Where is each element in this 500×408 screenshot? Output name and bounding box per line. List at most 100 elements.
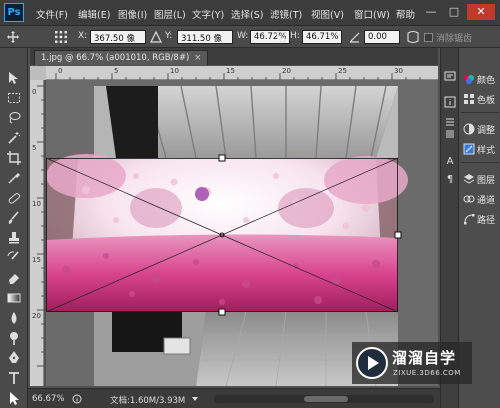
healing-icon[interactable]: [6, 190, 22, 206]
menu-type[interactable]: 文字(Y): [192, 7, 224, 21]
stamp-icon[interactable]: [6, 230, 22, 246]
ruler-origin[interactable]: [30, 66, 46, 80]
ruler-top-label: 30: [394, 67, 403, 75]
magic-wand-icon[interactable]: [6, 130, 22, 146]
transform-tool-icon[interactable]: [6, 30, 20, 44]
document-canvas[interactable]: [46, 80, 438, 386]
gradient-icon[interactable]: [6, 290, 22, 306]
antialias-checkbox[interactable]: [424, 33, 433, 42]
history-brush-icon[interactable]: [6, 250, 22, 266]
angle-field[interactable]: 0.00: [364, 30, 400, 44]
photoshop-logo: Ps: [4, 3, 24, 22]
ruler-horizontal-ticks: [55, 73, 421, 80]
ruler-top-label: 20: [282, 67, 291, 75]
reference-point-icon[interactable]: [54, 30, 68, 44]
link-icon[interactable]: [274, 30, 288, 44]
ruler-left-label: 5: [32, 144, 37, 152]
eraser-icon[interactable]: [6, 270, 22, 286]
ruler-left-label: 20: [32, 312, 41, 320]
ruler-vertical-ticks: [37, 85, 44, 367]
panel-channels[interactable]: 通道: [461, 190, 500, 208]
x-field[interactable]: 367.50 像: [90, 30, 146, 44]
panel-divider: [461, 112, 499, 113]
y-label: Y:: [165, 31, 173, 41]
document-tabs: 1.jpg @ 66.7% (a001010, RGB/8#) ×: [30, 48, 438, 65]
info-icon[interactable]: [444, 96, 456, 108]
menu-window[interactable]: 窗口(W): [354, 7, 390, 21]
adjustments-icon: [463, 123, 475, 135]
menu-filter[interactable]: 滤镜(T): [270, 7, 302, 21]
zoom-level[interactable]: 66.67%: [32, 394, 64, 404]
blossom-tree-mid-right: [278, 188, 334, 228]
warp-icon[interactable]: [406, 30, 420, 44]
scrollbar-thumb[interactable]: [304, 396, 348, 402]
crop-icon[interactable]: [6, 150, 22, 166]
paths-icon: [464, 214, 475, 225]
panel-styles[interactable]: 样式: [461, 140, 500, 158]
ruler-top-label: 25: [338, 67, 347, 75]
panel-adjustments-label: 调整: [477, 126, 496, 136]
pen-icon[interactable]: [6, 350, 22, 366]
panel-adjustments[interactable]: 调整: [461, 120, 500, 138]
swatches-icon: [464, 94, 474, 104]
ruler-left-label: 0: [32, 88, 37, 96]
color-icon: [464, 75, 474, 84]
ruler-top-label: 0: [58, 67, 63, 75]
ruler-vertical[interactable]: 0 5 10 15 20: [30, 80, 44, 386]
menu-image[interactable]: 图像(I): [118, 7, 147, 21]
marquee-icon[interactable]: [6, 90, 22, 106]
properties-icon[interactable]: [444, 116, 456, 128]
type-icon[interactable]: [6, 370, 22, 386]
maximize-button[interactable]: □: [443, 4, 465, 20]
close-tab-icon[interactable]: ×: [194, 53, 201, 63]
antialias-label: 消除锯齿: [436, 34, 473, 44]
minimize-button[interactable]: —: [420, 4, 442, 20]
h-label: H:: [290, 31, 300, 41]
canvas-area[interactable]: [46, 80, 438, 386]
blossom-canopy-right: [324, 156, 408, 204]
y-field[interactable]: 311.50 像: [177, 30, 233, 44]
menu-layer[interactable]: 图层(L): [154, 7, 186, 21]
watermark-title: 溜溜自学: [392, 349, 457, 367]
transform-handle[interactable]: [218, 308, 226, 316]
panel-color[interactable]: 颜色: [461, 70, 500, 88]
status-menu-icon[interactable]: [190, 394, 200, 404]
blur-icon[interactable]: [6, 310, 22, 326]
horizontal-scrollbar[interactable]: [214, 395, 434, 403]
menu-select[interactable]: 选择(S): [231, 7, 263, 21]
play-icon: [368, 356, 379, 370]
layers-icon: [463, 174, 475, 184]
watermark-logo: [356, 347, 388, 379]
dodge-icon[interactable]: [6, 330, 22, 346]
path-select-icon[interactable]: [6, 390, 22, 406]
h-field[interactable]: 46.71%: [302, 30, 342, 44]
close-button[interactable]: ✕: [467, 4, 495, 20]
brush-icon[interactable]: [6, 210, 22, 226]
brush-settings-icon[interactable]: [444, 128, 456, 140]
paragraph-icon[interactable]: ¶: [444, 174, 456, 186]
document-tab[interactable]: 1.jpg @ 66.7% (a001010, RGB/8#) ×: [34, 50, 209, 65]
menu-file[interactable]: 文件(F): [36, 7, 68, 21]
status-bar: 66.67% 文档:1.60M/3.93M: [28, 388, 440, 408]
rotate-icon[interactable]: [348, 30, 362, 44]
panel-layers[interactable]: 图层: [461, 170, 500, 188]
history-icon[interactable]: [444, 70, 456, 82]
eyedropper-icon[interactable]: [6, 170, 22, 186]
menu-help[interactable]: 帮助: [396, 7, 415, 21]
lasso-icon[interactable]: [6, 110, 22, 126]
menu-view[interactable]: 视图(V): [311, 7, 344, 21]
status-info-icon[interactable]: [72, 394, 82, 404]
watermark: 溜溜自学 ZIXUE.3D66.COM: [352, 342, 472, 384]
panel-paths[interactable]: 路径: [461, 210, 500, 228]
move-icon[interactable]: [6, 70, 22, 86]
transform-handle[interactable]: [218, 154, 226, 162]
character-icon[interactable]: A: [444, 156, 456, 168]
panel-swatches-label: 色板: [477, 96, 496, 106]
transform-handle[interactable]: [394, 231, 402, 239]
menu-edit[interactable]: 编辑(E): [78, 7, 110, 21]
panel-swatches[interactable]: 色板: [461, 90, 500, 108]
options-bar: X: 367.50 像 Y: 311.50 像 W: 46.72% H: 46.…: [0, 26, 500, 48]
delta-icon[interactable]: [149, 30, 163, 44]
blossom-tree-mid-left: [130, 188, 182, 228]
ruler-horizontal[interactable]: 0 5 10 15 20 25 30: [46, 66, 438, 80]
